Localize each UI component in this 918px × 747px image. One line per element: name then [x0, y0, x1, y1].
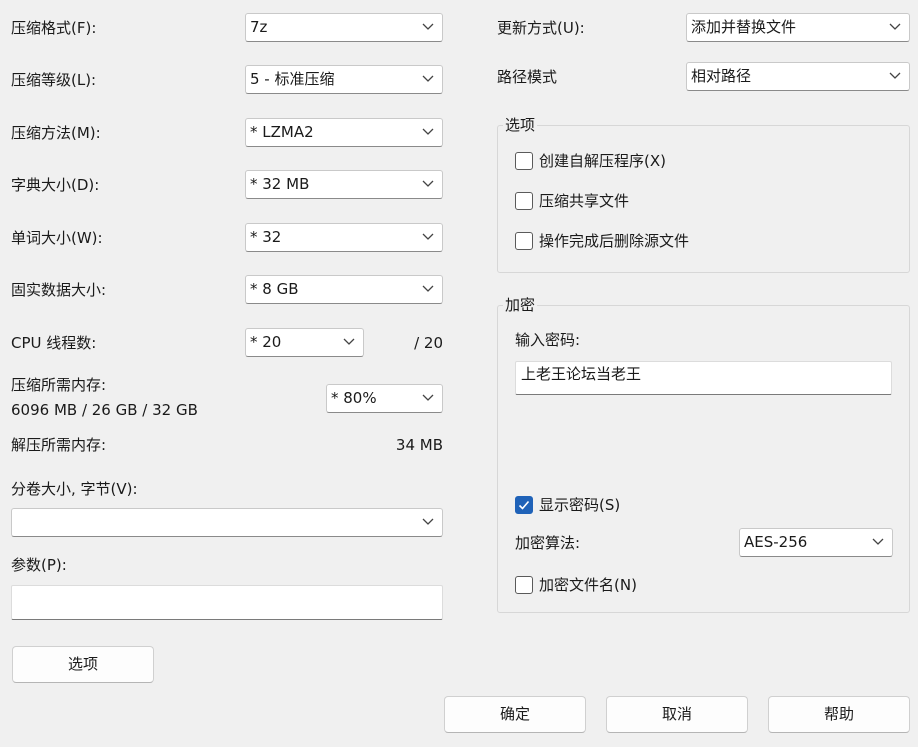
update-select[interactable]: 添加并替换文件 — [686, 13, 910, 42]
password-value: 上老王论坛当老王 — [521, 365, 642, 383]
chevron-down-icon — [422, 75, 434, 82]
mem-percent-value: * 80% — [331, 389, 377, 407]
algo-label: 加密算法: — [515, 534, 581, 552]
encryption-group-title: 加密 — [503, 296, 538, 314]
method-value: * LZMA2 — [250, 123, 314, 141]
options-button[interactable]: 选项 — [12, 646, 154, 683]
chevron-down-icon — [422, 285, 434, 292]
dict-label: 字典大小(D): — [11, 176, 100, 194]
format-value: 7z — [250, 18, 268, 36]
algo-select[interactable]: AES-256 — [739, 528, 893, 557]
solid-select[interactable]: * 8 GB — [245, 275, 443, 304]
chevron-down-icon — [422, 180, 434, 187]
cpu-label: CPU 线程数: — [11, 334, 97, 352]
level-select[interactable]: 5 - 标准压缩 — [245, 65, 443, 94]
ok-button[interactable]: 确定 — [444, 696, 586, 733]
mem-compress-detail: 6096 MB / 26 GB / 32 GB — [11, 401, 198, 419]
cancel-button[interactable]: 取消 — [606, 696, 748, 733]
chevron-down-icon — [889, 23, 901, 30]
volume-select[interactable] — [11, 508, 443, 537]
update-value: 添加并替换文件 — [691, 18, 797, 36]
shared-files-label[interactable]: 压缩共享文件 — [539, 191, 629, 211]
params-label: 参数(P): — [11, 556, 67, 574]
encrypt-names-checkbox[interactable] — [515, 576, 533, 594]
chevron-down-icon — [422, 518, 434, 525]
cpu-value: * 20 — [250, 333, 282, 351]
level-label: 压缩等级(L): — [11, 71, 97, 89]
mem-percent-select[interactable]: * 80% — [326, 384, 443, 413]
chevron-down-icon — [872, 538, 884, 545]
method-select[interactable]: * LZMA2 — [245, 118, 443, 147]
delete-source-label[interactable]: 操作完成后删除源文件 — [539, 231, 689, 251]
format-label: 压缩格式(F): — [11, 19, 97, 37]
options-group-title: 选项 — [503, 116, 538, 134]
mem-compress-label: 压缩所需内存: — [11, 376, 107, 394]
chevron-down-icon — [422, 394, 434, 401]
show-password-label[interactable]: 显示密码(S) — [539, 495, 620, 515]
params-input[interactable] — [11, 585, 443, 620]
mem-decompress-label: 解压所需内存: — [11, 436, 107, 454]
chevron-down-icon — [422, 23, 434, 30]
path-select[interactable]: 相对路径 — [686, 62, 910, 91]
shared-files-checkbox[interactable] — [515, 192, 533, 210]
password-input[interactable]: 上老王论坛当老王 — [515, 361, 892, 395]
password-label: 输入密码: — [515, 331, 581, 349]
format-select[interactable]: 7z — [245, 13, 443, 42]
mem-decompress-value: 34 MB — [395, 436, 443, 454]
encrypt-names-label[interactable]: 加密文件名(N) — [539, 575, 637, 595]
chevron-down-icon — [343, 338, 355, 345]
solid-label: 固实数据大小: — [11, 281, 107, 299]
word-label: 单词大小(W): — [11, 229, 103, 247]
checkmark-icon — [518, 500, 530, 510]
chevron-down-icon — [422, 233, 434, 240]
solid-value: * 8 GB — [250, 280, 299, 298]
update-label: 更新方式(U): — [497, 19, 585, 37]
chevron-down-icon — [889, 72, 901, 79]
dict-select[interactable]: * 32 MB — [245, 170, 443, 199]
path-label: 路径模式 — [497, 68, 558, 86]
help-button[interactable]: 帮助 — [768, 696, 910, 733]
sfx-checkbox[interactable] — [515, 152, 533, 170]
method-label: 压缩方法(M): — [11, 124, 101, 142]
encryption-group — [497, 305, 910, 613]
word-value: * 32 — [250, 228, 282, 246]
delete-source-checkbox[interactable] — [515, 232, 533, 250]
sfx-label[interactable]: 创建自解压程序(X) — [539, 151, 666, 171]
level-value: 5 - 标准压缩 — [250, 70, 335, 88]
dict-value: * 32 MB — [250, 175, 310, 193]
cpu-max: / 20 — [414, 334, 443, 352]
algo-value: AES-256 — [744, 533, 808, 551]
cpu-select[interactable]: * 20 — [245, 328, 364, 357]
word-select[interactable]: * 32 — [245, 223, 443, 252]
volume-label: 分卷大小, 字节(V): — [11, 480, 138, 498]
show-password-checkbox[interactable] — [515, 496, 533, 514]
path-value: 相对路径 — [691, 67, 752, 85]
chevron-down-icon — [422, 128, 434, 135]
